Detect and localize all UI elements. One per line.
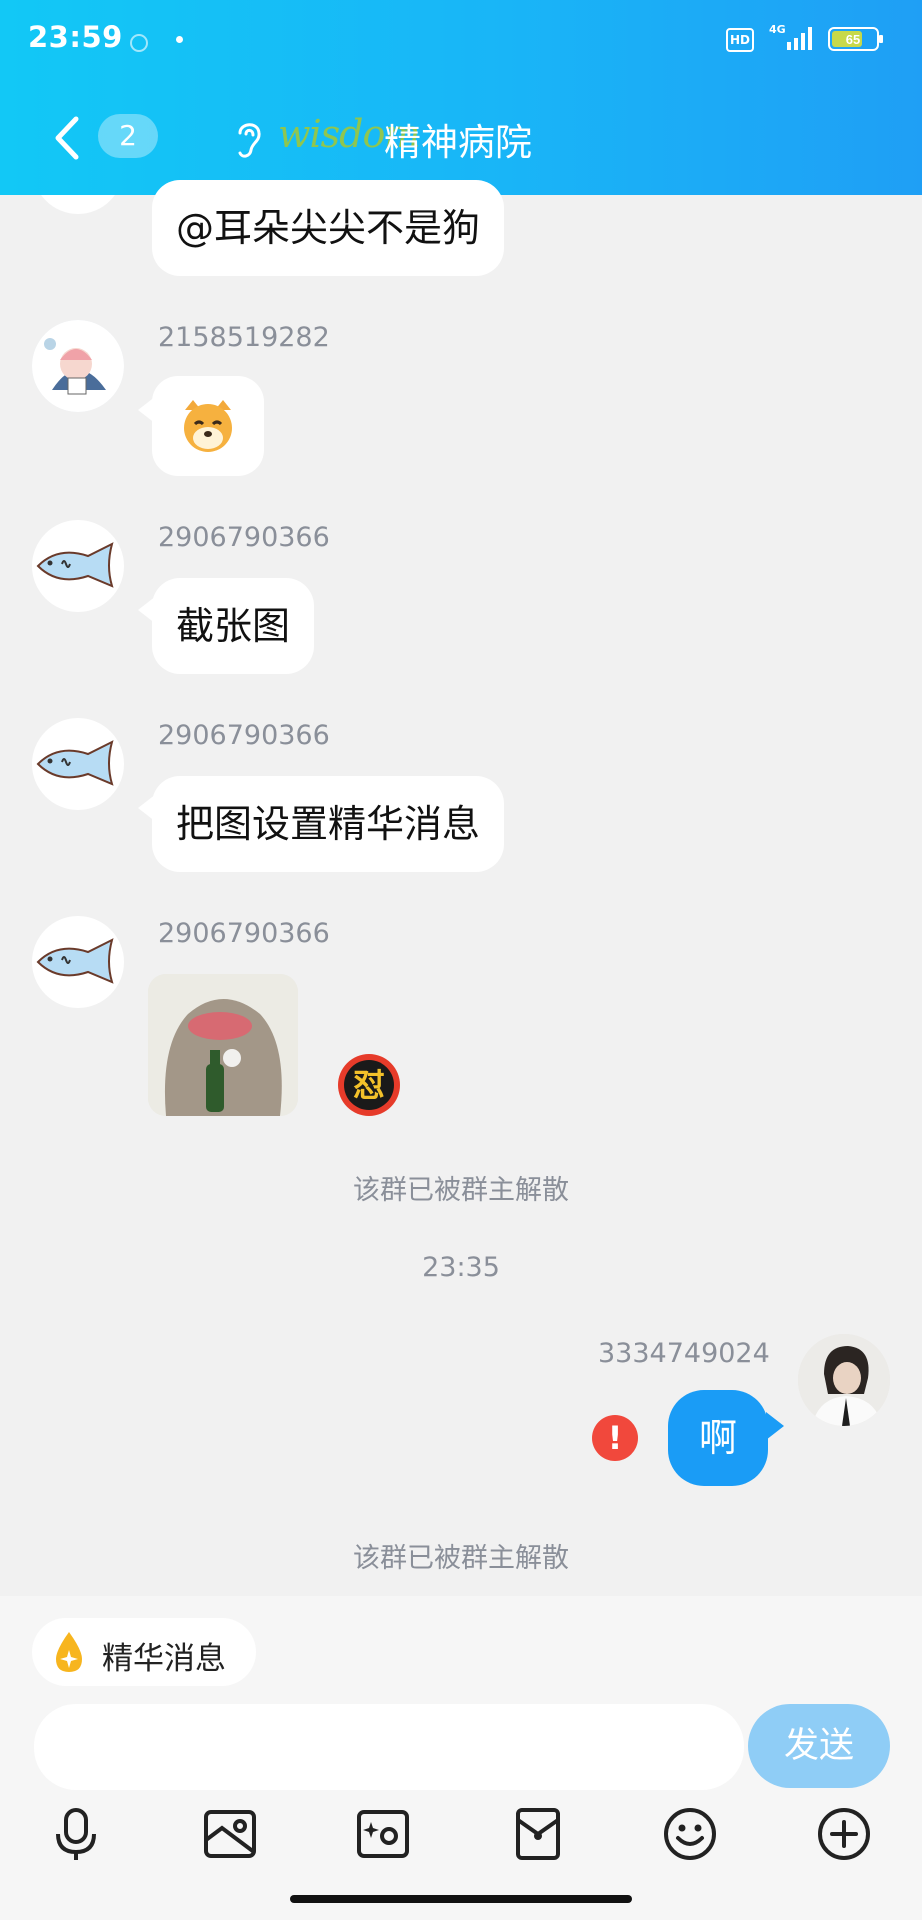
message-bubble[interactable]: 把图设置精华消息 xyxy=(152,776,505,872)
person-avatar-icon xyxy=(798,1334,890,1426)
avatar[interactable] xyxy=(32,520,124,612)
essence-drop-icon xyxy=(56,1632,82,1672)
back-button[interactable] xyxy=(50,115,84,161)
avatar[interactable] xyxy=(32,320,124,412)
fish-avatar-icon xyxy=(36,938,114,984)
system-notice: 该群已被群主解散 xyxy=(353,1175,569,1206)
avatar[interactable] xyxy=(32,916,124,1008)
shiba-dog-emoji-icon xyxy=(184,400,232,452)
notification-icon xyxy=(130,34,148,52)
microphone-icon[interactable] xyxy=(48,1806,104,1862)
battery-level: 65 xyxy=(846,32,860,47)
status-time: 23:59 xyxy=(28,20,123,54)
my-bubble-tail xyxy=(766,1412,784,1440)
status-dot xyxy=(176,36,183,43)
network-type: 4G xyxy=(769,23,786,36)
my-sender-id[interactable]: 3334749024 xyxy=(598,1338,770,1369)
camera-icon[interactable] xyxy=(355,1806,411,1862)
fish-avatar-icon xyxy=(36,542,114,588)
sender-id[interactable]: 2158519282 xyxy=(158,322,330,353)
sender-id[interactable]: 2906790366 xyxy=(158,918,330,949)
angry-reaction-icon[interactable]: 怼 xyxy=(338,1054,400,1116)
reaction-glyph: 怼 xyxy=(344,1060,394,1110)
image-icon[interactable] xyxy=(202,1806,258,1862)
red-packet-icon[interactable] xyxy=(510,1806,566,1862)
home-indicator[interactable] xyxy=(290,1895,632,1903)
send-button[interactable]: 发送 xyxy=(748,1704,890,1788)
timestamp: 23:35 xyxy=(422,1252,500,1283)
emoji-icon[interactable] xyxy=(662,1806,718,1862)
sender-id[interactable]: 2906790366 xyxy=(158,720,330,751)
avatar[interactable] xyxy=(32,718,124,810)
fish-avatar-icon xyxy=(36,740,114,786)
system-notice: 该群已被群主解散 xyxy=(353,1543,569,1574)
otter-sticker-icon xyxy=(148,974,298,1116)
anime-avatar-icon xyxy=(32,320,124,412)
message-input[interactable] xyxy=(34,1704,744,1790)
group-title[interactable]: 精神病院 xyxy=(384,112,532,166)
unread-count-badge[interactable]: 2 xyxy=(98,114,158,158)
message-bubble[interactable]: 截张图 xyxy=(152,578,315,674)
plus-icon[interactable] xyxy=(816,1806,872,1862)
sender-id[interactable]: 2906790366 xyxy=(158,522,330,553)
battery-icon: 65 xyxy=(828,27,883,51)
essence-chip-label: 精华消息 xyxy=(102,1641,226,1677)
send-failed-icon[interactable]: ! xyxy=(592,1415,638,1461)
hd-badge: HD xyxy=(726,28,754,52)
signal-icon xyxy=(787,27,812,50)
message-bubble[interactable]: @耳朵尖尖不是狗 xyxy=(152,180,505,276)
my-avatar[interactable] xyxy=(798,1334,890,1426)
otter-sticker-image[interactable] xyxy=(148,974,298,1116)
message-bubble[interactable] xyxy=(152,376,264,476)
ear-icon[interactable] xyxy=(232,117,266,161)
my-message-bubble[interactable]: 啊 xyxy=(668,1390,768,1486)
chat-header: 23:59 HD 4G 65 2 wisdom 精神病院 xyxy=(0,0,922,195)
